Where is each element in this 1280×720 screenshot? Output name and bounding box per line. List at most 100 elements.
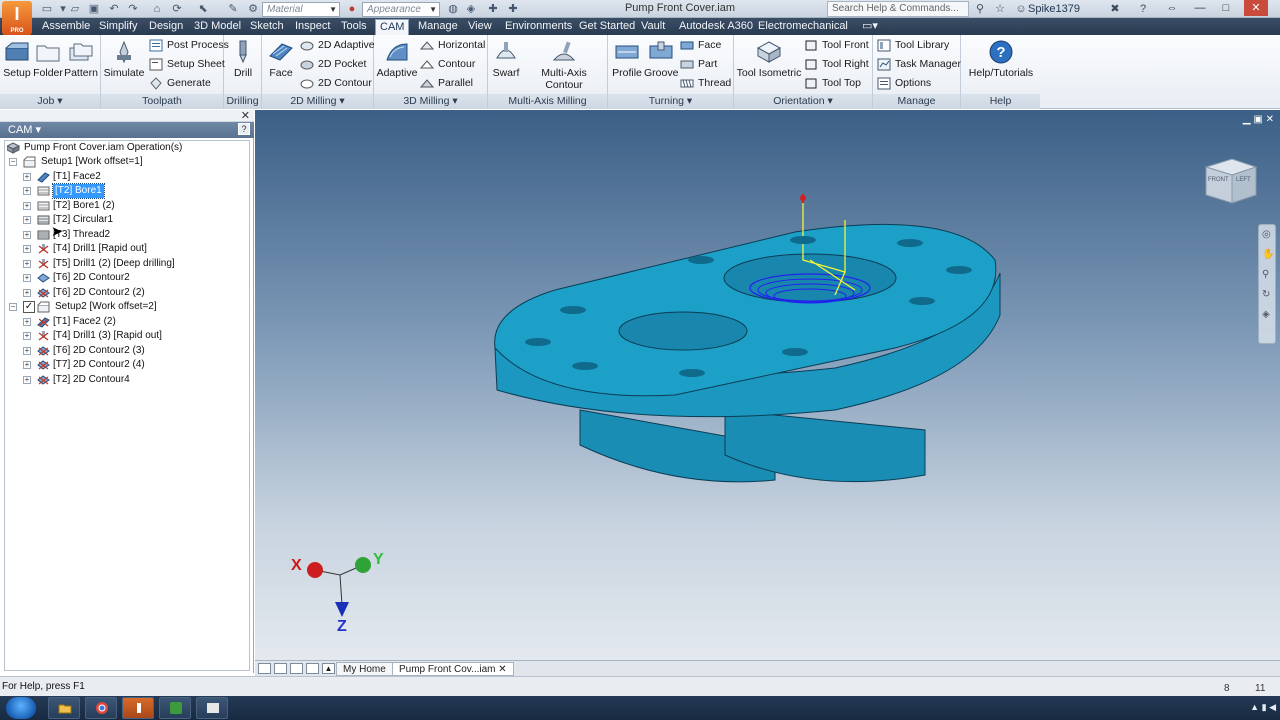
tile-vertical-icon[interactable] (290, 663, 303, 674)
groove-button[interactable]: Groove (644, 38, 678, 88)
select-icon[interactable]: ⬉ (196, 2, 210, 16)
expand-icon[interactable]: + (23, 231, 31, 239)
tab-design[interactable]: Design (145, 19, 187, 35)
multi-axis-contour-button[interactable]: Multi-Axis Contour (522, 38, 606, 91)
part-button[interactable]: Part (680, 56, 717, 73)
binoculars-icon[interactable]: ⚲ (973, 2, 987, 16)
panel-job-label[interactable]: Job ▾ (0, 94, 100, 109)
expand-icon[interactable]: + (23, 173, 31, 181)
tile-windows-icon[interactable] (258, 663, 271, 674)
steering-wheel-icon[interactable]: ◎ (1262, 229, 1271, 240)
pan-icon[interactable]: ✋ (1262, 249, 1274, 260)
thread-button[interactable]: Thread (680, 75, 731, 92)
exchange-icon[interactable]: ✖ (1108, 2, 1122, 16)
setup-checkbox[interactable]: ✓ (23, 301, 35, 313)
look-at-icon[interactable]: ◈ (1262, 309, 1270, 320)
tab-autodesk-a360[interactable]: Autodesk A360 (675, 19, 757, 35)
pattern-button[interactable]: Pattern (64, 38, 98, 88)
maximize-button[interactable]: □ (1214, 0, 1238, 16)
tool-library-button[interactable]: Tool Library (877, 37, 949, 54)
expand-icon[interactable]: + (23, 216, 31, 224)
search-input[interactable]: Search Help & Commands... (827, 1, 969, 17)
fx-icon[interactable]: ✚ (486, 2, 500, 16)
expand-icon[interactable]: + (23, 260, 31, 268)
panel-3d-milling-label[interactable]: 3D Milling ▾ (374, 94, 487, 109)
close-icon[interactable]: ✕ (498, 664, 506, 675)
redo-icon[interactable]: ↷ (126, 2, 140, 16)
update-icon[interactable]: ⟳ (170, 2, 184, 16)
orbit-icon[interactable]: ↻ (1262, 289, 1270, 300)
expand-icon[interactable]: + (23, 202, 31, 210)
minimize-button[interactable]: — (1188, 0, 1212, 16)
graphics-viewport[interactable]: ▁ ▣ ✕ X Y Z (255, 110, 1280, 660)
expand-icon[interactable]: + (23, 274, 31, 282)
save-icon[interactable]: ▣ (87, 2, 101, 16)
collapse-icon[interactable]: − (9, 158, 17, 166)
tool-front-button[interactable]: Tool Front (804, 37, 869, 54)
close-icon[interactable]: ✕ (241, 109, 250, 122)
tool-top-button[interactable]: Tool Top (804, 75, 861, 92)
tab-simplify[interactable]: Simplify (95, 19, 142, 35)
tab-electromechanical[interactable]: Electromechanical (754, 19, 852, 35)
pick-icon[interactable]: ✎ (226, 2, 240, 16)
customize-icon[interactable]: ✚ (506, 2, 520, 16)
turning-face-button[interactable]: Face (680, 37, 721, 54)
expand-icon[interactable]: + (23, 376, 31, 384)
2d-contour-button[interactable]: 2D Contour (300, 75, 372, 92)
generate-button[interactable]: Generate (149, 75, 211, 92)
open-icon[interactable]: ▱ (68, 2, 82, 16)
tab-manage[interactable]: Manage (414, 19, 462, 35)
taskbar-chrome[interactable] (85, 697, 117, 719)
tab-sketch[interactable]: Sketch (246, 19, 288, 35)
parallel-button[interactable]: Parallel (420, 75, 473, 92)
tool-isometric-button[interactable]: Tool Isometric (736, 38, 802, 88)
material-dropdown[interactable]: Material ▼ (262, 2, 340, 17)
tab-get-started[interactable]: Get Started (575, 19, 639, 35)
taskbar-recorder[interactable] (196, 697, 228, 719)
view-cube[interactable]: FRONT LEFT (1202, 155, 1258, 210)
expand-icon[interactable]: + (23, 245, 31, 253)
profile-button[interactable]: Profile (610, 38, 644, 88)
help-icon[interactable]: ? (238, 123, 250, 135)
expand-icon[interactable]: + (23, 332, 31, 340)
tab-3d-model[interactable]: 3D Model (190, 19, 245, 35)
panel-orientation-label[interactable]: Orientation ▾ (734, 94, 872, 109)
browser-header[interactable]: CAM ▾ ? (0, 122, 254, 138)
tab-vault[interactable]: Vault (637, 19, 669, 35)
taskbar-explorer[interactable] (48, 697, 80, 719)
ribbon-options-icon[interactable]: ▭▾ (858, 19, 882, 35)
clear-appearance-icon[interactable]: ◍ (446, 2, 460, 16)
face-2d-button[interactable]: Face (264, 38, 298, 88)
zoom-icon[interactable]: ⚲ (1262, 269, 1269, 280)
help-icon[interactable]: ? (1136, 2, 1150, 16)
tool-right-button[interactable]: Tool Right (804, 56, 869, 73)
volume-icon[interactable]: ◀ (1269, 702, 1276, 712)
start-button[interactable] (6, 697, 36, 719)
appearance-dropdown[interactable]: Appearance ▼ (362, 2, 440, 17)
undo-icon[interactable]: ↶ (107, 2, 121, 16)
tab-assemble[interactable]: Assemble (38, 19, 94, 35)
panel-turning-label[interactable]: Turning ▾ (608, 94, 733, 109)
expand-icon[interactable]: ⇔ (1160, 0, 1184, 16)
horizontal-button[interactable]: Horizontal (420, 37, 485, 54)
tab-list-icon[interactable]: ▲ (322, 663, 335, 674)
expand-icon[interactable]: + (23, 318, 31, 326)
expand-icon[interactable]: + (23, 187, 31, 195)
home-icon[interactable]: ⌂ (150, 2, 164, 16)
collapse-icon[interactable]: − (9, 303, 17, 311)
folder-button[interactable]: Folder (33, 38, 63, 88)
options-button[interactable]: Options (877, 75, 931, 92)
adaptive-button[interactable]: Adaptive (376, 38, 418, 88)
2d-pocket-button[interactable]: 2D Pocket (300, 56, 366, 73)
setup-sheet-button[interactable]: Setup Sheet (149, 56, 225, 73)
properties-icon[interactable]: ⚙ (246, 2, 260, 16)
expand-icon[interactable]: + (23, 361, 31, 369)
tile-horizontal-icon[interactable] (274, 663, 287, 674)
post-process-button[interactable]: Post Process (149, 37, 229, 54)
swarf-button[interactable]: Swarf (490, 38, 522, 88)
tab-view[interactable]: View (464, 19, 496, 35)
contour-button[interactable]: Contour (420, 56, 475, 73)
2d-adaptive-button[interactable]: 2D Adaptive (300, 37, 375, 54)
taskbar-inventor[interactable] (122, 697, 154, 719)
simulate-button[interactable]: Simulate (103, 38, 145, 88)
